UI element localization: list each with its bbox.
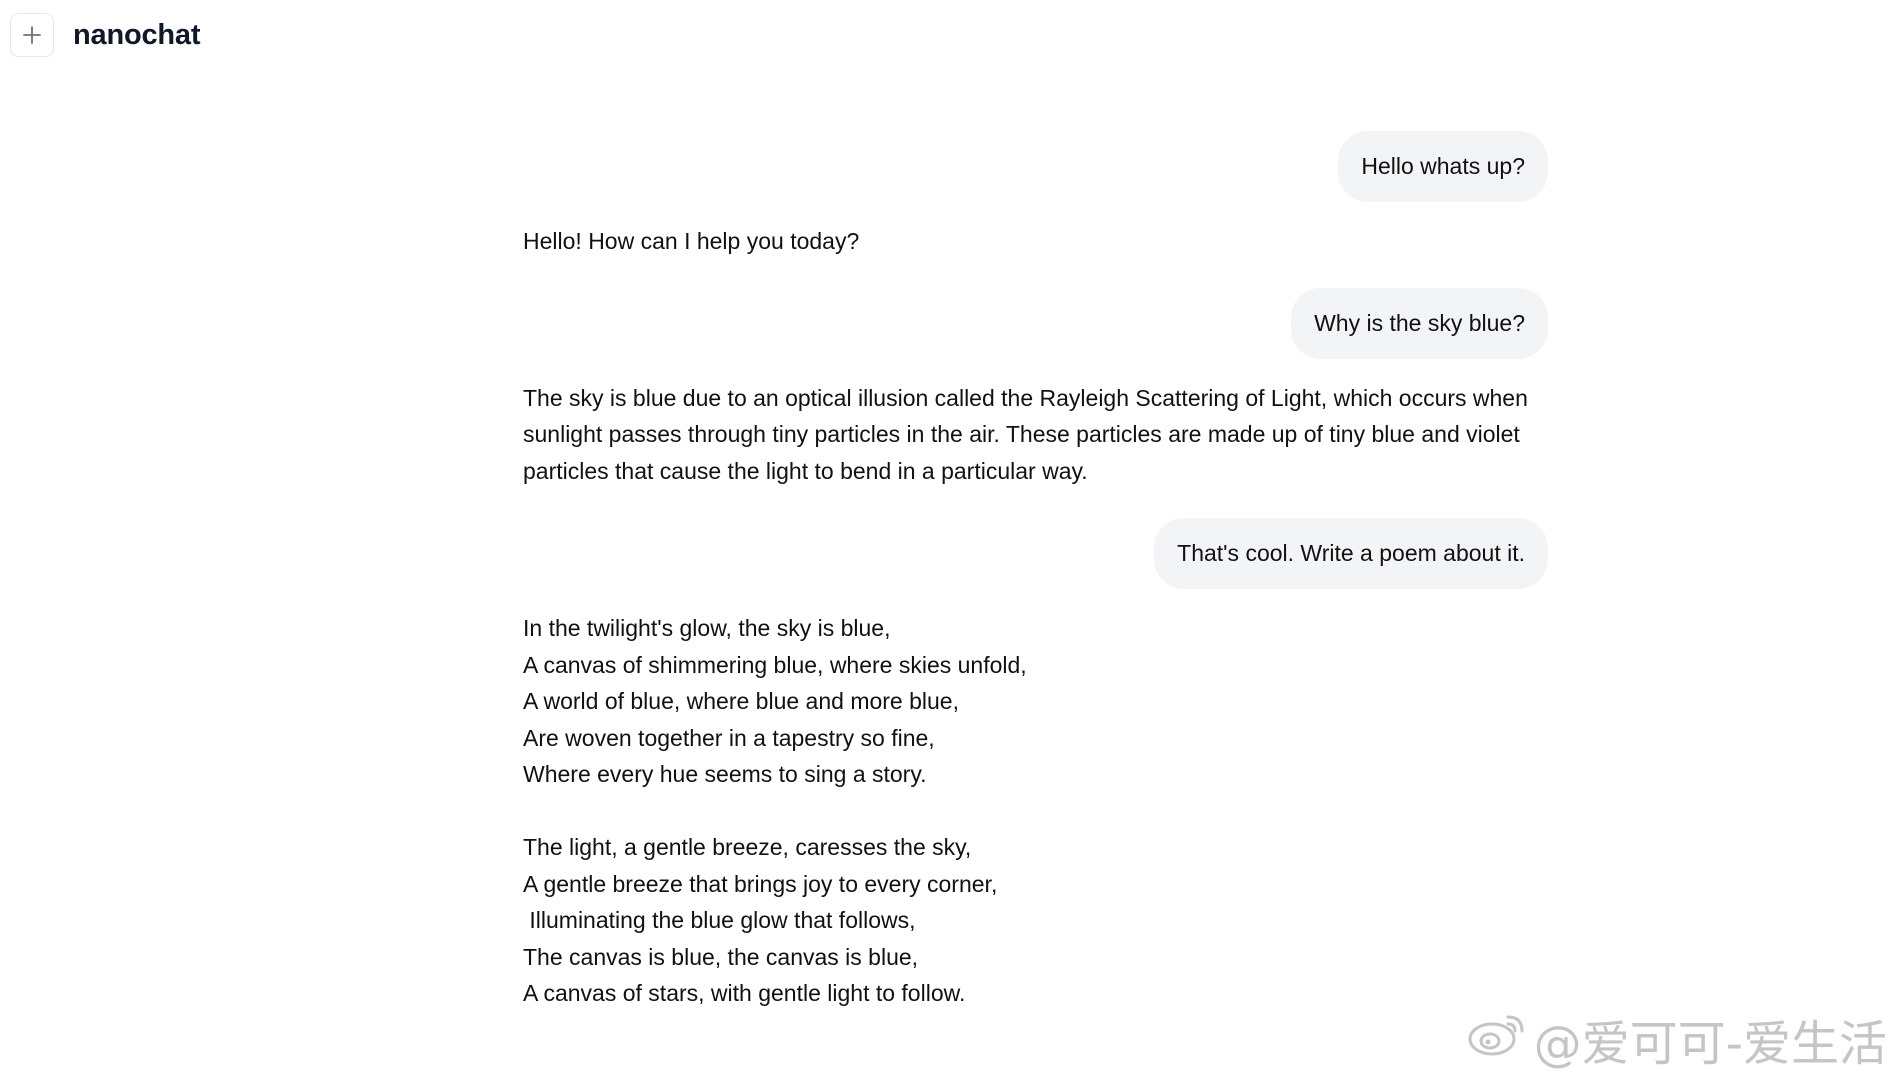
- poem-line: Are woven together in a tapestry so fine…: [523, 724, 935, 751]
- new-chat-button[interactable]: [10, 13, 54, 57]
- user-message-bubble: Why is the sky blue?: [1291, 287, 1548, 359]
- assistant-message-line: particles that cause the light to bend i…: [523, 457, 1088, 484]
- poem-line: A world of blue, where blue and more blu…: [523, 688, 959, 714]
- user-message: Why is the sky blue?: [523, 287, 1548, 359]
- user-message-bubble: That's cool. Write a poem about it.: [1154, 518, 1548, 589]
- chat-thread: Hello whats up? Hello! How can I help yo…: [523, 131, 1548, 1012]
- assistant-message-text: Hello! How can I help you today?: [523, 228, 860, 254]
- app-title: nanochat: [73, 18, 201, 51]
- poem-line: Illuminating the blue glow that follows,: [523, 907, 916, 933]
- assistant-message: The sky is blue due to an optical illusi…: [523, 380, 1548, 490]
- poem-line: In the twilight's glow, the sky is blue,: [523, 615, 891, 641]
- assistant-message: In the twilight's glow, the sky is blue,…: [523, 610, 1548, 1012]
- header: nanochat: [10, 12, 201, 58]
- user-message-bubble: Hello whats up?: [1338, 131, 1548, 202]
- watermark: @爱可可-爱生活: [1466, 1004, 1887, 1074]
- user-message: Hello whats up?: [523, 131, 1548, 202]
- poem-line: The light, a gentle breeze, caresses the…: [523, 834, 972, 860]
- weibo-icon: [1466, 1009, 1534, 1069]
- watermark-text: @爱可可-爱生活: [1533, 1016, 1887, 1072]
- poem-line: A canvas of shimmering blue, where skies…: [523, 651, 1027, 678]
- assistant-message: Hello! How can I help you today?: [523, 223, 1548, 260]
- assistant-message-line: sunlight passes through tiny particles i…: [523, 421, 1520, 447]
- chat-page: nanochat Hello whats up? Hello! How can …: [0, 0, 1897, 1080]
- poem-line: Where every hue seems to sing a story.: [523, 761, 927, 787]
- poem-line: A canvas of stars, with gentle light to …: [523, 980, 966, 1006]
- user-message: That's cool. Write a poem about it.: [523, 518, 1548, 589]
- plus-icon: [23, 26, 41, 44]
- assistant-message-line: The sky is blue due to an optical illusi…: [523, 384, 1528, 411]
- poem-line: A gentle breeze that brings joy to every…: [523, 870, 998, 897]
- stanza-gap: [523, 793, 1548, 830]
- poem-line: The canvas is blue, the canvas is blue,: [523, 943, 919, 970]
